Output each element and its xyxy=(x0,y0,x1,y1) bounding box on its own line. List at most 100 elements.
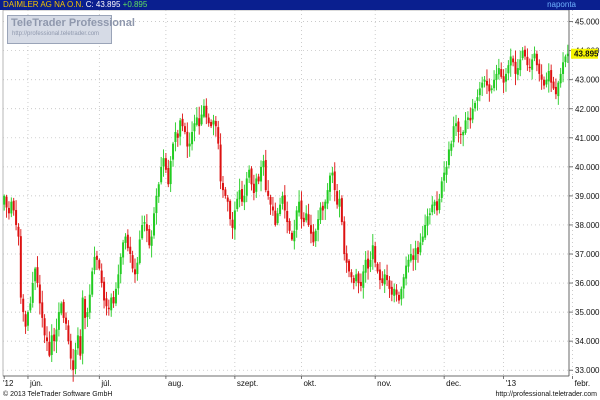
candle-body xyxy=(554,86,557,95)
instrument-title: DAIMLER AG NA O.N. C: 43.895 +0.895 xyxy=(3,0,147,10)
website-link[interactable]: http://professional.teletrader.com xyxy=(495,390,597,400)
candle-body xyxy=(469,117,472,121)
candle-body xyxy=(314,230,317,242)
candle-body xyxy=(543,79,546,86)
candle-body xyxy=(60,303,63,314)
y-tick-label: 35.000 xyxy=(575,308,600,317)
candle-body xyxy=(464,120,467,133)
candle-body xyxy=(450,143,453,151)
candle-body xyxy=(143,222,146,224)
candle-body xyxy=(512,58,515,63)
candle-body xyxy=(271,206,274,211)
candle-body xyxy=(250,168,253,185)
candle-body xyxy=(336,191,339,205)
candle-body xyxy=(69,340,72,359)
candle-body xyxy=(126,234,129,249)
candle-body xyxy=(286,210,289,223)
y-tick-label: 45.000 xyxy=(575,18,600,27)
candle-body xyxy=(412,255,415,260)
copyright-text: © 2013 TeleTrader Software GmbH xyxy=(3,391,113,398)
candle-body xyxy=(12,200,15,211)
candle-body xyxy=(288,220,291,231)
candle-body xyxy=(386,275,389,281)
candle-body xyxy=(103,281,106,301)
candle-body xyxy=(443,172,446,181)
candle-body xyxy=(359,281,362,286)
candle-body xyxy=(183,126,186,132)
candle-body xyxy=(388,280,391,289)
x-tick-label: jún. xyxy=(29,379,43,388)
y-tick-label: 36.000 xyxy=(575,279,600,288)
candle-body xyxy=(564,56,567,63)
candle-body xyxy=(455,123,458,127)
x-tick-label: '12 xyxy=(3,379,14,388)
candle-body xyxy=(400,288,403,300)
candle-body xyxy=(43,318,46,336)
y-tick-label: 42.000 xyxy=(575,105,600,114)
candle-body xyxy=(374,246,377,263)
candle-body xyxy=(217,127,220,144)
y-tick-label: 38.000 xyxy=(575,221,600,230)
candle-body xyxy=(457,121,460,132)
candle-body xyxy=(195,117,198,125)
candle-body xyxy=(440,181,443,198)
candle-body xyxy=(153,213,156,236)
candle-body xyxy=(524,49,527,57)
candle-body xyxy=(57,312,60,330)
candle-body xyxy=(233,210,236,230)
candle-body xyxy=(462,132,465,136)
candle-body xyxy=(540,74,543,80)
candle-body xyxy=(547,71,550,82)
candle-body xyxy=(138,239,141,263)
candle-body xyxy=(198,118,201,127)
x-tick-label: szept. xyxy=(237,379,258,388)
candle-body xyxy=(452,126,455,143)
candle-body xyxy=(200,114,203,125)
candle-body xyxy=(293,230,296,242)
candle-body xyxy=(229,200,232,220)
candle-body xyxy=(167,167,170,185)
candle-body xyxy=(219,144,222,182)
candle-body xyxy=(193,123,196,132)
candle-body xyxy=(260,166,263,182)
candle-body xyxy=(312,231,315,243)
candle-body xyxy=(328,175,331,192)
candle-body xyxy=(231,219,234,228)
candle-body xyxy=(119,256,122,275)
candle-body xyxy=(340,198,343,223)
candle-body xyxy=(136,262,139,275)
candle-body xyxy=(300,200,303,220)
candlestick-chart[interactable]: 33.000 34.000 35.000 36.000 37.000 38.000 39.0… xyxy=(0,10,600,390)
candle-body xyxy=(338,198,341,207)
candle-body xyxy=(438,198,441,211)
x-tick-label: aug. xyxy=(168,379,184,388)
candle-body xyxy=(55,329,58,342)
candle-body xyxy=(98,260,101,269)
candle-body xyxy=(186,131,189,147)
candle-body xyxy=(393,288,396,296)
candle-body xyxy=(533,53,536,59)
candle-body xyxy=(26,312,29,326)
candle-body xyxy=(500,69,503,77)
candle-body xyxy=(212,120,215,125)
candle-body xyxy=(172,143,175,160)
y-tick-label: 34.000 xyxy=(575,337,600,346)
candle-body xyxy=(93,256,96,271)
candle-body xyxy=(29,303,32,311)
candle-body xyxy=(419,242,422,253)
candle-body xyxy=(483,79,486,82)
candle-body xyxy=(416,247,419,254)
candle-body xyxy=(255,178,258,192)
candle-body xyxy=(367,258,370,269)
period-label[interactable]: naponta xyxy=(547,0,576,10)
candle-body xyxy=(307,214,310,225)
candle-body xyxy=(236,198,239,209)
candle-body xyxy=(481,82,484,88)
candle-body xyxy=(238,190,241,200)
grid-lines xyxy=(2,10,573,377)
candle-body xyxy=(22,298,25,313)
candle-body xyxy=(407,259,410,267)
candle-body xyxy=(214,121,217,127)
candle-body xyxy=(514,61,517,74)
candle-body xyxy=(447,149,450,166)
